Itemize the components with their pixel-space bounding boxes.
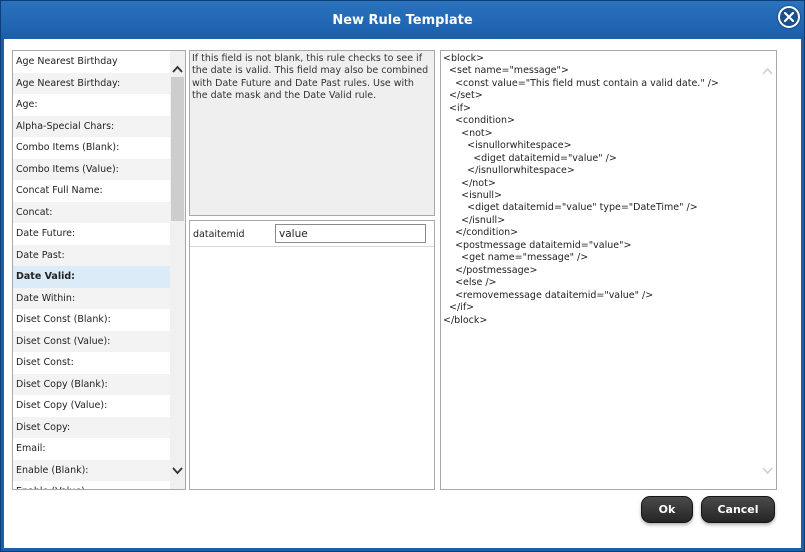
chevron-up-icon (172, 65, 183, 73)
scroll-up-button[interactable] (170, 61, 185, 77)
rule-template-item[interactable]: Age Nearest Birthday (13, 51, 170, 73)
rule-template-item[interactable]: Enable (Value): (13, 481, 170, 489)
title-bar: New Rule Template (1, 1, 804, 39)
rule-template-item[interactable]: Diset Copy: (13, 416, 170, 438)
list-scrollbar[interactable] (170, 51, 185, 489)
rule-template-list[interactable]: Age Nearest Birthday Age Nearest Birthday… (12, 50, 186, 490)
rule-template-item[interactable]: Age: (13, 94, 170, 116)
rule-description-text: If this field is not blank, this rule ch… (192, 53, 429, 102)
rule-description: If this field is not blank, this rule ch… (189, 50, 435, 216)
rule-template-item[interactable]: Diset Const (Value): (13, 330, 170, 352)
parameters-panel: dataitemid (189, 220, 435, 490)
xml-code-editor[interactable]: <block> <set name="message"> <const valu… (440, 50, 777, 490)
rule-template-item[interactable]: Date Past: (13, 244, 170, 266)
rule-template-item[interactable]: Age Nearest Birthday: (13, 72, 170, 94)
rule-template-item[interactable]: Diset Copy (Value): (13, 395, 170, 417)
close-button[interactable] (778, 6, 800, 28)
rule-template-item[interactable]: Alpha-Special Chars: (13, 115, 170, 137)
code-scroll-down-button[interactable] (760, 463, 775, 479)
rule-template-item[interactable]: Enable (Blank): (13, 459, 170, 481)
rule-template-item[interactable]: Concat Full Name: (13, 180, 170, 202)
parameter-name: dataitemid (193, 229, 245, 240)
rule-template-item[interactable]: Combo Items (Value): (13, 158, 170, 180)
chevron-down-icon (172, 467, 183, 475)
parameter-row: dataitemid (190, 221, 434, 247)
rule-template-item[interactable]: Date Within: (13, 287, 170, 309)
rule-template-items: Age Nearest Birthday Age Nearest Birthday… (13, 51, 170, 489)
rule-template-item[interactable]: Concat: (13, 201, 170, 223)
rule-template-item[interactable]: Diset Const: (13, 352, 170, 374)
scroll-down-button[interactable] (170, 463, 185, 479)
rule-template-item[interactable]: Email: (13, 438, 170, 460)
xml-code-text[interactable]: <block> <set name="message"> <const valu… (443, 53, 759, 327)
chevron-down-icon (762, 467, 773, 475)
new-rule-template-dialog: New Rule Template Age Nearest Birthday Ag… (0, 0, 805, 552)
code-scrollbar[interactable] (759, 51, 776, 489)
dialog-content: Age Nearest Birthday Age Nearest Birthday… (4, 39, 801, 548)
ok-button[interactable]: Ok (641, 496, 693, 523)
chevron-up-icon (762, 67, 773, 75)
dialog-title: New Rule Template (332, 12, 473, 28)
rule-template-item[interactable]: Diset Const (Blank): (13, 309, 170, 331)
parameter-value-input[interactable] (275, 224, 426, 243)
rule-template-item[interactable]: Combo Items (Blank): (13, 137, 170, 159)
rule-template-item[interactable]: Date Future: (13, 223, 170, 245)
rule-template-item[interactable]: Date Valid: (13, 266, 170, 288)
rule-template-item[interactable]: Diset Copy (Blank): (13, 373, 170, 395)
code-scroll-up-button[interactable] (760, 63, 775, 79)
cancel-button[interactable]: Cancel (701, 496, 775, 523)
list-scroll-thumb[interactable] (171, 77, 184, 221)
close-icon (783, 11, 795, 23)
